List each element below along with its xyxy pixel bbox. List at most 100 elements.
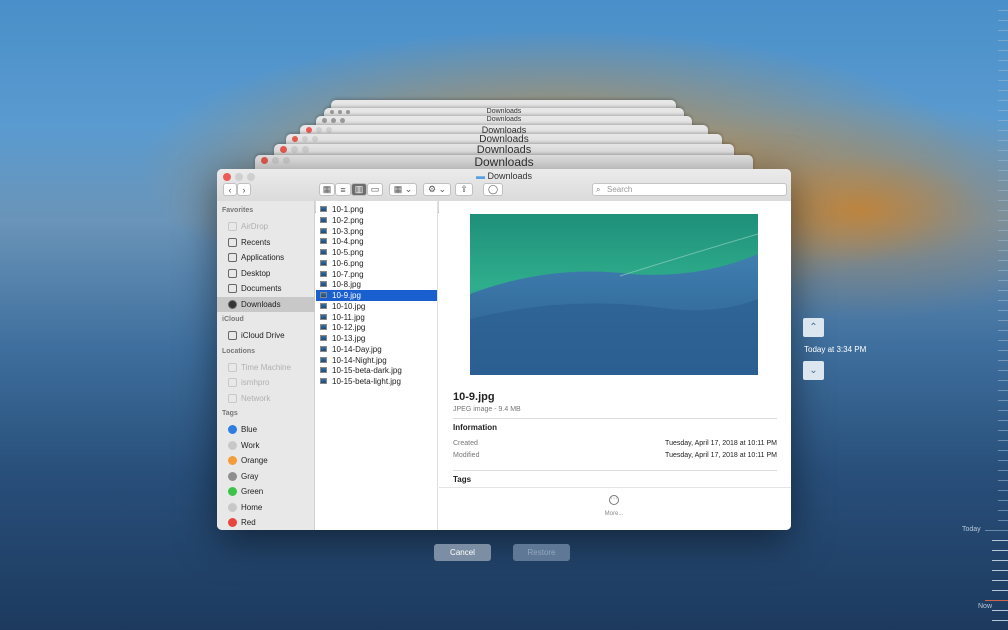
file-item[interactable]: 10-8.jpg bbox=[316, 279, 437, 290]
back-button[interactable]: ‹ bbox=[223, 183, 237, 196]
timeline-tick[interactable] bbox=[998, 60, 1008, 61]
sidebar-item-work[interactable]: Work bbox=[217, 438, 315, 453]
timeline-tick[interactable] bbox=[998, 420, 1008, 421]
file-item[interactable]: 10-10.jpg bbox=[316, 301, 437, 312]
timeline-tick[interactable] bbox=[998, 480, 1008, 481]
sidebar-item-icloud-drive[interactable]: iCloud Drive bbox=[217, 328, 315, 343]
timeline-tick[interactable] bbox=[998, 310, 1008, 311]
timeline-tick[interactable] bbox=[998, 220, 1008, 221]
search-input[interactable]: ⌕ Search bbox=[592, 183, 787, 196]
sidebar-item-orange[interactable]: Orange bbox=[217, 453, 315, 468]
timeline-tick[interactable] bbox=[998, 350, 1008, 351]
timeline-tick[interactable] bbox=[998, 230, 1008, 231]
list-view-button[interactable]: ≡ bbox=[335, 183, 351, 196]
timeline-tick[interactable] bbox=[998, 260, 1008, 261]
timeline-tick[interactable] bbox=[998, 160, 1008, 161]
timeline-tick[interactable] bbox=[998, 170, 1008, 171]
file-item[interactable]: 10-12.jpg bbox=[316, 322, 437, 333]
timeline-tick[interactable] bbox=[998, 460, 1008, 461]
timeline-tick[interactable] bbox=[992, 550, 1008, 551]
sidebar-item-gray[interactable]: Gray bbox=[217, 469, 315, 484]
file-item[interactable]: 10-15-beta-dark.jpg bbox=[316, 365, 437, 376]
timeline-tick[interactable] bbox=[998, 140, 1008, 141]
timeline-tick[interactable] bbox=[998, 180, 1008, 181]
timeline-tick[interactable] bbox=[998, 200, 1008, 201]
timeline-tick[interactable] bbox=[998, 130, 1008, 131]
timeline-tick[interactable] bbox=[998, 120, 1008, 121]
timeline-tick[interactable] bbox=[998, 340, 1008, 341]
timeline-tick[interactable] bbox=[998, 380, 1008, 381]
timeline-tick[interactable] bbox=[998, 520, 1008, 521]
file-item[interactable]: 10-5.png bbox=[316, 247, 437, 258]
sidebar-item-green[interactable]: Green bbox=[217, 484, 315, 499]
chevron-up-icon[interactable]: ⌃ bbox=[803, 318, 824, 337]
chevron-down-icon[interactable]: ⌄ bbox=[803, 361, 824, 380]
timeline-tick[interactable] bbox=[998, 210, 1008, 211]
sidebar-item-applications[interactable]: Applications bbox=[217, 250, 315, 265]
more-label[interactable]: More... bbox=[594, 511, 634, 517]
gallery-view-button[interactable]: ▭ bbox=[367, 183, 383, 196]
file-item[interactable]: 10-14-Night.jpg bbox=[316, 355, 437, 366]
timeline-tick[interactable] bbox=[998, 150, 1008, 151]
timeline-tick[interactable] bbox=[998, 290, 1008, 291]
file-item[interactable]: 10-9.jpg bbox=[316, 290, 437, 301]
cancel-button[interactable]: Cancel bbox=[434, 544, 491, 561]
restore-button[interactable]: Restore bbox=[513, 544, 570, 561]
timeline-tick[interactable] bbox=[998, 280, 1008, 281]
timeline-tick[interactable] bbox=[998, 300, 1008, 301]
timeline-tick[interactable] bbox=[998, 100, 1008, 101]
sidebar-item-network[interactable]: Network bbox=[217, 391, 315, 406]
timeline-tick[interactable] bbox=[998, 510, 1008, 511]
timeline-tick[interactable] bbox=[998, 430, 1008, 431]
more-icon[interactable]: ··· bbox=[609, 495, 619, 505]
column-view-button[interactable]: ▥ bbox=[351, 183, 367, 196]
sidebar-item-recents[interactable]: Recents bbox=[217, 235, 315, 250]
file-item[interactable]: 10-2.png bbox=[316, 215, 437, 226]
timeline-tick[interactable] bbox=[998, 240, 1008, 241]
timeline-tick[interactable] bbox=[998, 20, 1008, 21]
timeline-tick[interactable] bbox=[998, 10, 1008, 11]
timeline-tick[interactable] bbox=[998, 470, 1008, 471]
action-button[interactable]: ⚙ ⌄ bbox=[423, 183, 451, 196]
timeline-tick[interactable] bbox=[985, 530, 1008, 531]
timeline-tick[interactable] bbox=[992, 620, 1008, 621]
timeline-tick[interactable] bbox=[998, 30, 1008, 31]
sidebar-item-documents[interactable]: Documents bbox=[217, 281, 315, 296]
file-item[interactable]: 10-14-Day.jpg bbox=[316, 344, 437, 355]
file-item[interactable]: 10-11.jpg bbox=[316, 312, 437, 323]
timeline-tick[interactable] bbox=[998, 70, 1008, 71]
timeline-tick[interactable] bbox=[998, 330, 1008, 331]
timeline-tick[interactable] bbox=[992, 540, 1008, 541]
sidebar-item-time-machine[interactable]: Time Machine bbox=[217, 360, 315, 375]
timeline-tick[interactable] bbox=[998, 390, 1008, 391]
sidebar-item-blue[interactable]: Blue bbox=[217, 422, 315, 437]
file-item[interactable]: 10-6.png bbox=[316, 258, 437, 269]
timeline-tick[interactable] bbox=[998, 40, 1008, 41]
timeline-tick[interactable] bbox=[992, 570, 1008, 571]
tag-button[interactable]: ◯ bbox=[483, 183, 503, 196]
group-button[interactable]: ▦ ⌄ bbox=[389, 183, 417, 196]
icon-view-button[interactable]: ▦ bbox=[319, 183, 335, 196]
file-item[interactable]: 10-1.png bbox=[316, 204, 437, 215]
timeline-tick[interactable] bbox=[998, 370, 1008, 371]
timeline-tick[interactable] bbox=[998, 50, 1008, 51]
timeline-tick[interactable] bbox=[985, 600, 1008, 601]
sidebar-item-airdrop[interactable]: AirDrop bbox=[217, 219, 315, 234]
timeline-tick[interactable] bbox=[998, 110, 1008, 111]
timeline-tick[interactable] bbox=[998, 250, 1008, 251]
forward-button[interactable]: › bbox=[237, 183, 251, 196]
timeline-tick[interactable] bbox=[998, 410, 1008, 411]
file-item[interactable]: 10-3.png bbox=[316, 226, 437, 237]
sidebar-item-desktop[interactable]: Desktop bbox=[217, 266, 315, 281]
timeline-tick[interactable] bbox=[998, 500, 1008, 501]
timeline-tick[interactable] bbox=[998, 360, 1008, 361]
timeline-tick[interactable] bbox=[992, 590, 1008, 591]
timeline-tick[interactable] bbox=[998, 80, 1008, 81]
sidebar-item-red[interactable]: Red bbox=[217, 515, 315, 530]
file-item[interactable]: 10-4.png bbox=[316, 236, 437, 247]
timeline-tick[interactable] bbox=[998, 270, 1008, 271]
share-button[interactable]: ⇪ bbox=[455, 183, 473, 196]
sidebar-item-home[interactable]: Home bbox=[217, 500, 315, 515]
timeline-tick[interactable] bbox=[992, 580, 1008, 581]
file-item[interactable]: 10-13.jpg bbox=[316, 333, 437, 344]
